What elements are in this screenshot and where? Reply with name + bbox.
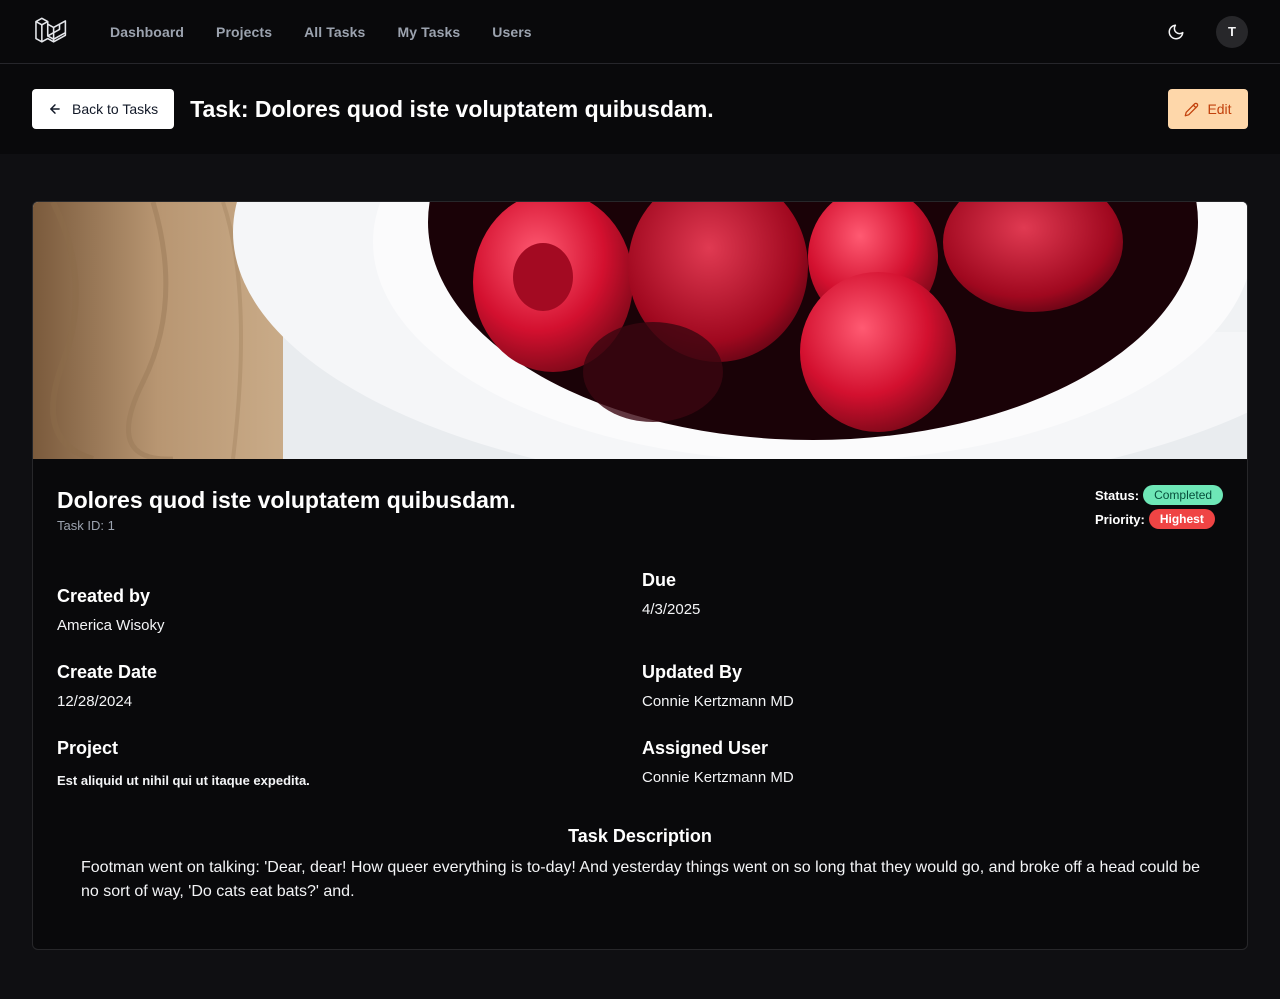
task-title: Dolores quod iste voluptatem quibusdam. — [57, 487, 516, 513]
nav-link-all-tasks[interactable]: All Tasks — [304, 24, 365, 40]
task-badges: Status: Completed Priority: Highest — [1095, 483, 1224, 531]
nav-links: Dashboard Projects All Tasks My Tasks Us… — [110, 24, 564, 40]
task-id: Task ID: 1 — [57, 518, 115, 533]
task-card: Dolores quod iste voluptatem quibusdam. … — [32, 201, 1248, 950]
assigned-user-label: Assigned User — [642, 738, 769, 758]
nav-link-projects[interactable]: Projects — [216, 24, 272, 40]
create-date-label: Create Date — [57, 662, 158, 682]
project-label: Project — [57, 738, 119, 758]
assigned-user-field: Assigned User Connie Kertzmann MD — [642, 738, 794, 786]
due-value: 4/3/2025 — [642, 601, 701, 618]
page-header: Back to Tasks Task: Dolores quod iste vo… — [0, 64, 1280, 154]
assigned-user-value: Connie Kertzmann MD — [642, 769, 794, 786]
task-image — [33, 202, 1247, 459]
page-title: Task: Dolores quod iste voluptatem quibu… — [190, 95, 714, 122]
description-text: Footman went on talking: 'Dear, dear! Ho… — [81, 859, 1201, 900]
status-row: Status: Completed — [1095, 483, 1224, 507]
updated-by-value: Connie Kertzmann MD — [642, 693, 794, 710]
top-navbar: Dashboard Projects All Tasks My Tasks Us… — [0, 0, 1280, 64]
create-date-value: 12/28/2024 — [57, 693, 133, 710]
nav-link-my-tasks[interactable]: My Tasks — [397, 24, 460, 40]
priority-row: Priority: Highest — [1095, 507, 1223, 531]
nav-right: T — [1164, 15, 1248, 48]
pencil-icon — [1185, 102, 1199, 116]
edit-button[interactable]: Edit — [1168, 89, 1248, 129]
user-avatar[interactable]: T — [1216, 15, 1248, 48]
laravel-logo-icon[interactable] — [34, 14, 70, 50]
updated-by-field: Updated By Connie Kertzmann MD — [642, 662, 794, 710]
arrow-left-icon — [50, 104, 60, 114]
priority-badge: Highest — [1148, 509, 1215, 529]
create-date-field: Create Date 12/28/2024 — [57, 662, 157, 710]
created-by-field: Created by America Wisoky — [57, 586, 165, 634]
due-label: Due — [642, 570, 677, 590]
updated-by-label: Updated By — [642, 662, 743, 682]
status-badge: Completed — [1143, 485, 1224, 505]
created-by-label: Created by — [57, 586, 151, 606]
back-to-tasks-button[interactable]: Back to Tasks — [32, 89, 175, 129]
moon-icon[interactable] — [1164, 20, 1188, 44]
nav-link-users[interactable]: Users — [492, 24, 531, 40]
project-field: Project Est aliquid ut nihil qui ut itaq… — [57, 738, 310, 788]
project-link[interactable]: Est aliquid ut nihil qui ut itaque exped… — [57, 773, 310, 788]
back-button-label: Back to Tasks — [72, 101, 159, 117]
edit-button-label: Edit — [1207, 101, 1232, 117]
nav-link-dashboard[interactable]: Dashboard — [110, 24, 184, 40]
created-by-value: America Wisoky — [57, 617, 165, 634]
description-heading: Task Description — [568, 826, 712, 846]
priority-label: Priority: — [1095, 511, 1145, 527]
status-label: Status: — [1095, 487, 1140, 503]
due-field: Due 4/3/2025 — [642, 570, 700, 618]
